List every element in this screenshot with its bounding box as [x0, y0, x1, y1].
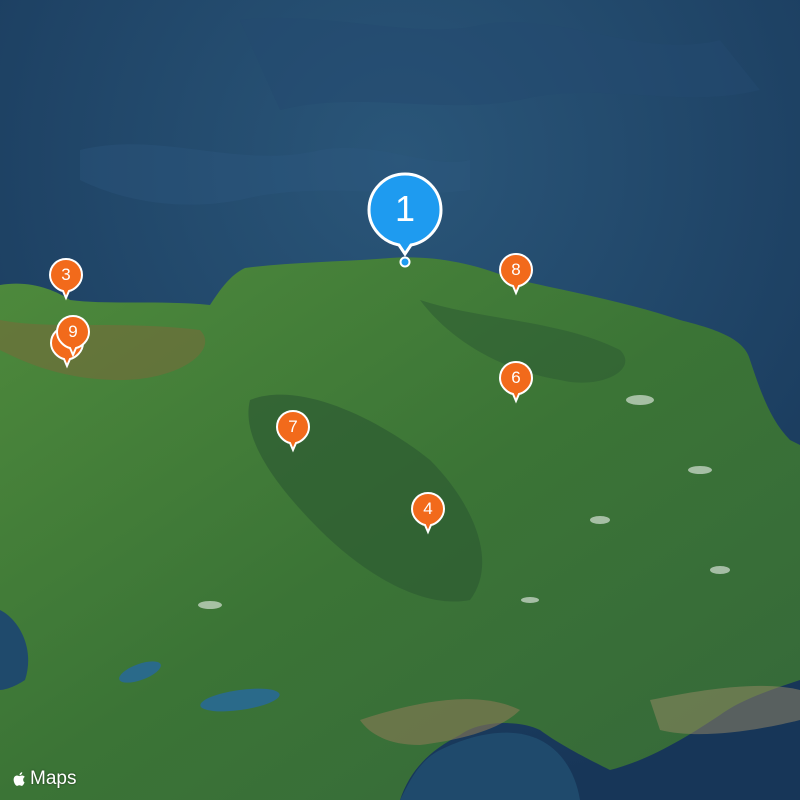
- satellite-terrain: [0, 0, 800, 800]
- attribution-text: Maps: [30, 768, 77, 789]
- map-pin-4[interactable]: 4: [410, 491, 446, 536]
- pin-label: 6: [511, 368, 521, 387]
- map-pin-1[interactable]: 1: [367, 172, 443, 268]
- pin-label: 7: [288, 417, 298, 436]
- map-pin-8[interactable]: 8: [498, 252, 534, 297]
- pin-label: 9: [68, 322, 78, 341]
- apple-icon: [13, 772, 25, 786]
- map-view[interactable]: 1 3 9 8 6 7 4 Maps: [0, 0, 800, 800]
- pin-label: 1: [394, 188, 416, 229]
- pin-label: 4: [423, 499, 433, 518]
- map-pin-7[interactable]: 7: [275, 409, 311, 454]
- map-pin-9[interactable]: 9: [55, 314, 91, 359]
- pin-label: 3: [61, 265, 71, 284]
- map-pin-6[interactable]: 6: [498, 360, 534, 405]
- pin-label: 8: [511, 260, 521, 279]
- maps-attribution[interactable]: Maps: [12, 768, 76, 790]
- map-pin-3[interactable]: 3: [48, 257, 84, 302]
